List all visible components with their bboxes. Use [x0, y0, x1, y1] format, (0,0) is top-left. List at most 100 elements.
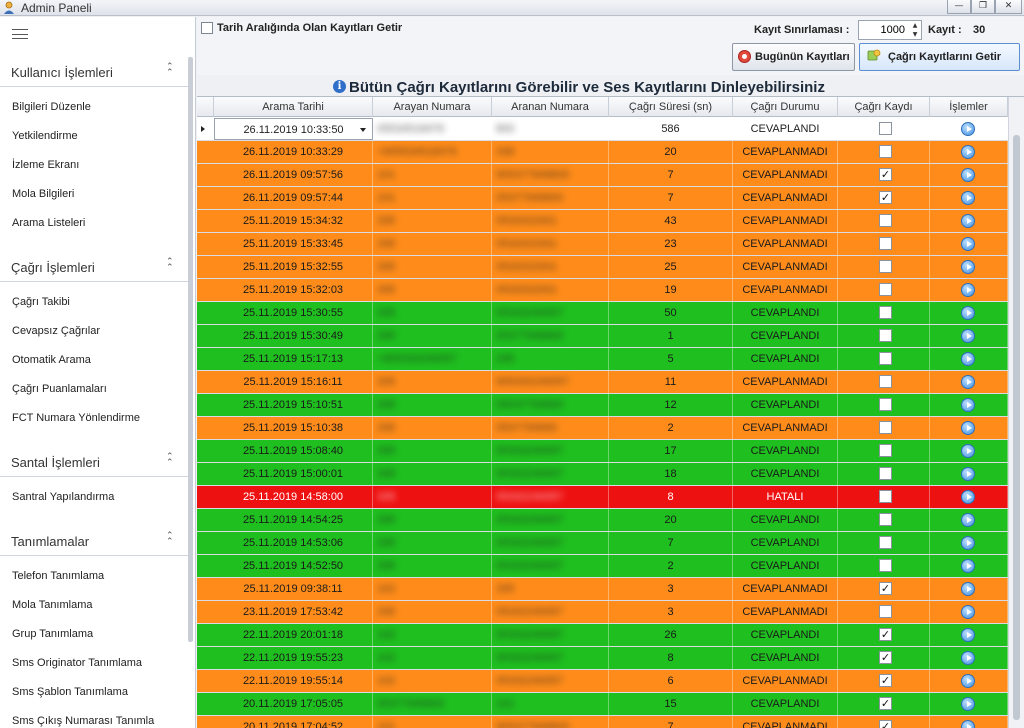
recording-checkbox[interactable]: ✓	[879, 582, 892, 595]
recording-checkbox[interactable]	[879, 421, 892, 434]
sidebar-item[interactable]: Mola Tanımlama	[12, 599, 93, 611]
play-recording-icon[interactable]	[961, 444, 975, 458]
recording-checkbox[interactable]	[879, 513, 892, 526]
recording-checkbox[interactable]	[879, 306, 892, 319]
table-row[interactable]: 26.11.2019 09:57:44 101 05377949600 7 CEVAPL…	[197, 187, 1008, 210]
column-header[interactable]: Aranan Numara	[492, 97, 609, 117]
column-header[interactable]: Arayan Numara	[373, 97, 492, 117]
close-button[interactable]: ✕	[995, 0, 1022, 14]
table-row[interactable]: 25.11.2019 15:08:40 335 05332240057 17 CEVAP…	[197, 440, 1008, 463]
sidebar-item[interactable]: Telefon Tanımlama	[12, 570, 104, 582]
recording-checkbox[interactable]: ✓	[879, 168, 892, 181]
play-recording-icon[interactable]	[961, 720, 975, 728]
play-recording-icon[interactable]	[961, 674, 975, 688]
table-row[interactable]: 25.11.2019 14:52:50 335 05332240057 2 CEVAPL…	[197, 555, 1008, 578]
recording-checkbox[interactable]: ✓	[879, 720, 892, 728]
play-recording-icon[interactable]	[961, 628, 975, 642]
table-row[interactable]: 25.11.2019 15:17:13 +905332240057 335 5 CEVA…	[197, 348, 1008, 371]
table-row[interactable]: 25.11.2019 14:54:25 335 05332240057 20 CEVAP…	[197, 509, 1008, 532]
play-recording-icon[interactable]	[961, 237, 975, 251]
play-recording-icon[interactable]	[961, 260, 975, 274]
collapse-chevron-icon[interactable]: ⌃ ⌃	[166, 453, 174, 468]
date-cell[interactable]: 26.11.2019 10:33:50	[214, 118, 373, 140]
table-row[interactable]: 22.11.2019 20:01:18 102 05332240057 26 CEVAP…	[197, 624, 1008, 647]
recording-checkbox[interactable]: ✓	[879, 628, 892, 641]
recording-checkbox[interactable]: ✓	[879, 651, 892, 664]
table-row[interactable]: 23.11.2019 17:53:42 335 05332240057 3 CEVAPL…	[197, 601, 1008, 624]
column-header[interactable]: Çağrı Süresi (sn)	[609, 97, 733, 117]
sidebar-group-header[interactable]: Kullanıcı İşlemleri ⌃ ⌃	[0, 57, 188, 87]
table-row[interactable]: 25.11.2019 15:30:55 335 05332240057 50 CEVAP…	[197, 302, 1008, 325]
table-row[interactable]: 22.11.2019 19:55:23 102 05332240057 8 CEVAPL…	[197, 647, 1008, 670]
play-recording-icon[interactable]	[961, 329, 975, 343]
play-recording-icon[interactable]	[961, 582, 975, 596]
fetch-call-records-button[interactable]: Çağrı Kayıtlarını Getir	[859, 43, 1020, 71]
recording-checkbox[interactable]	[879, 444, 892, 457]
column-header[interactable]: Çağrı Kaydı	[838, 97, 930, 117]
sidebar-item[interactable]: Otomatik Arama	[12, 354, 91, 366]
play-recording-icon[interactable]	[961, 559, 975, 573]
table-row[interactable]: 25.11.2019 15:10:38 335 0537794900 2 CEVAPLA…	[197, 417, 1008, 440]
recording-checkbox[interactable]: ✓	[879, 697, 892, 710]
sidebar-item[interactable]: Sms Originator Tanımlama	[12, 657, 142, 669]
table-row[interactable]: 20.11.2019 17:04:52 101 905377949600 7 CEVAP…	[197, 716, 1008, 728]
play-recording-icon[interactable]	[961, 145, 975, 159]
recording-checkbox[interactable]	[879, 467, 892, 480]
table-row[interactable]: 22.11.2019 19:55:14 102 05332240057 6 CEVAPL…	[197, 670, 1008, 693]
sidebar-item[interactable]: Çağrı Puanlamaları	[12, 383, 107, 395]
scrollbar-thumb[interactable]	[1013, 135, 1020, 720]
sidebar-group-header[interactable]: Tanımlamalar ⌃ ⌃	[0, 526, 188, 556]
column-header[interactable]: Arama Tarihi	[214, 97, 373, 117]
play-recording-icon[interactable]	[961, 191, 975, 205]
table-row[interactable]: 25.11.2019 15:34:32 335 0532022001 43 CEVAPL…	[197, 210, 1008, 233]
play-recording-icon[interactable]	[961, 168, 975, 182]
table-row[interactable]: 25.11.2019 15:16:11 335 905332240057 11 CEVA…	[197, 371, 1008, 394]
table-row[interactable]: 25.11.2019 15:10:51 335 05037794900 12 CEVAP…	[197, 394, 1008, 417]
sidebar-item[interactable]: Bilgileri Düzenle	[12, 101, 91, 113]
play-recording-icon[interactable]	[961, 421, 975, 435]
sidebar-item[interactable]: Yetkilendirme	[12, 130, 78, 142]
play-recording-icon[interactable]	[961, 513, 975, 527]
table-row[interactable]: 26.11.2019 10:33:29 +905534518476 338 20 CEV…	[197, 141, 1008, 164]
spin-up-icon[interactable]: ▲	[909, 21, 921, 30]
collapse-chevron-icon[interactable]: ⌃ ⌃	[166, 258, 174, 273]
play-recording-icon[interactable]	[961, 651, 975, 665]
minimize-button[interactable]: —	[947, 0, 971, 14]
play-recording-icon[interactable]	[961, 214, 975, 228]
recording-checkbox[interactable]	[879, 559, 892, 572]
recording-checkbox[interactable]: ✓	[879, 191, 892, 204]
recording-checkbox[interactable]	[879, 237, 892, 250]
play-recording-icon[interactable]	[961, 536, 975, 550]
table-row[interactable]: 25.11.2019 14:58:00 335 05332240057 8 HATALI	[197, 486, 1008, 509]
recording-checkbox[interactable]	[879, 490, 892, 503]
play-recording-icon[interactable]	[961, 490, 975, 504]
maximize-button[interactable]: ❐	[971, 0, 995, 14]
sidebar-scrollbar[interactable]	[188, 57, 193, 642]
sidebar-group-header[interactable]: Santal İşlemleri ⌃ ⌃	[0, 447, 188, 477]
sidebar-group-header[interactable]: Çağrı İşlemleri ⌃ ⌃	[0, 252, 188, 282]
hamburger-menu-icon[interactable]	[12, 29, 28, 39]
recording-checkbox[interactable]	[879, 329, 892, 342]
recording-checkbox[interactable]	[879, 536, 892, 549]
sidebar-item[interactable]: FCT Numara Yönlendirme	[12, 412, 140, 424]
recording-checkbox[interactable]	[879, 352, 892, 365]
sidebar-item[interactable]: Cevapsız Çağrılar	[12, 325, 100, 337]
recording-checkbox[interactable]	[879, 375, 892, 388]
play-recording-icon[interactable]	[961, 605, 975, 619]
play-recording-icon[interactable]	[961, 697, 975, 711]
table-row[interactable]: 26.11.2019 09:57:56 101 905377949600 7 CEVAP…	[197, 164, 1008, 187]
sidebar-item[interactable]: Santral Yapılandırma	[12, 491, 114, 503]
play-recording-icon[interactable]	[961, 467, 975, 481]
recording-checkbox[interactable]	[879, 122, 892, 135]
sidebar-item[interactable]: Sms Şablon Tanımlama	[12, 686, 128, 698]
play-recording-icon[interactable]	[961, 306, 975, 320]
column-header[interactable]: İşlemler	[930, 97, 1008, 117]
table-row[interactable]: 25.11.2019 15:00:01 335 05332240057 18 CEVAP…	[197, 463, 1008, 486]
table-row[interactable]: 25.11.2019 15:32:55 335 0532022001 25 CEVAPL…	[197, 256, 1008, 279]
sidebar-item[interactable]: Grup Tanımlama	[12, 628, 93, 640]
spin-down-icon[interactable]: ▼	[909, 30, 921, 39]
sidebar-item[interactable]: İzleme Ekranı	[12, 159, 79, 171]
recording-checkbox[interactable]	[879, 283, 892, 296]
sidebar-item[interactable]: Sms Çıkış Numarası Tanımla	[12, 715, 154, 727]
recording-checkbox[interactable]	[879, 214, 892, 227]
